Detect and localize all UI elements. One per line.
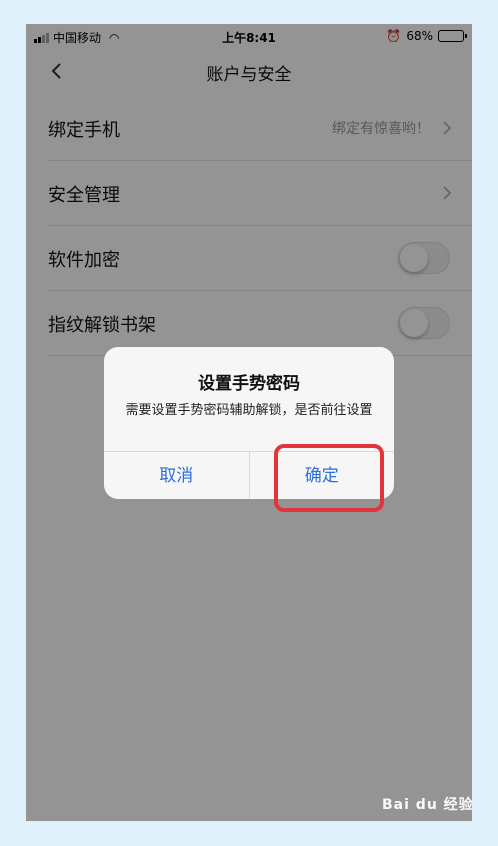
baidu-watermark: Bai du 经验 [382,797,474,813]
dialog-message: 需要设置手势密码辅助解锁，是否前往设置 [125,403,373,418]
phone-screen: 中国移动 ◠ 上午8:41 ⏰ 68% 账户与安全 绑定手机 绑定有惊喜哟！ 安… [26,24,472,821]
dialog-title: 设置手势密码 [198,374,300,394]
annotation-highlight [274,444,384,512]
cancel-button[interactable]: 取消 [104,452,249,499]
